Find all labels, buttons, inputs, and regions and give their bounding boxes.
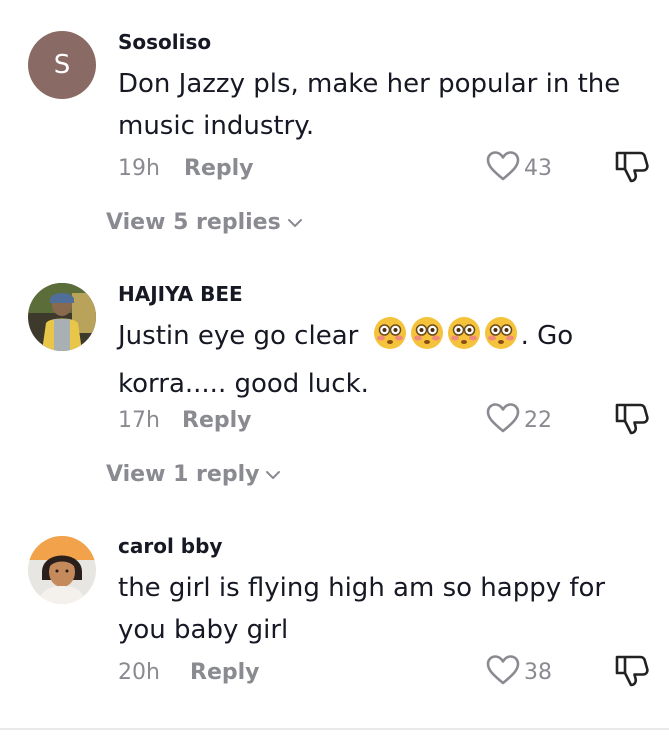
reply-button[interactable]: Reply [182,408,252,433]
heart-outline-icon [486,402,520,438]
comment-text-line: korra..... good luck. [118,369,369,399]
like-count: 38 [524,659,552,685]
comment-timestamp: 20h [118,660,160,685]
thumbs-down-icon [614,151,650,188]
dislike-button[interactable] [614,402,650,440]
comment-text: Don Jazzy pls, make her popular in the m… [118,63,638,147]
chevron-down-icon [281,210,303,235]
like-button[interactable]: 38 [486,654,552,690]
flushed-face-icon [373,316,407,363]
heart-outline-icon [486,654,520,690]
comment-text: the girl is flying high am so happy for … [118,567,638,651]
comment-timestamp: 19h [118,156,160,181]
reply-button[interactable]: Reply [190,660,260,685]
comment-text-line: the girl is flying high am so happy for [118,573,606,603]
view-replies-label: View 5 replies [106,210,281,235]
chevron-down-icon [259,462,281,487]
comment-text-line: you baby girl [118,615,289,645]
heart-outline-icon [486,150,520,186]
view-replies-button[interactable]: View 1 reply [106,462,281,487]
view-replies-button[interactable]: View 5 replies [106,210,303,235]
avatar[interactable] [28,536,96,604]
flushed-face-icon [484,316,518,363]
thumbs-down-icon [614,655,650,692]
thumbs-down-icon [614,403,650,440]
comment-timestamp: 17h [118,408,160,433]
dislike-button[interactable] [614,150,650,188]
like-count: 43 [524,155,552,181]
comment-username[interactable]: carol bby [118,534,222,558]
comment-text: Justin eye go clear . Go korra..... good… [118,315,638,405]
flushed-face-icon [410,316,444,363]
like-button[interactable]: 22 [486,402,552,438]
like-button[interactable]: 43 [486,150,552,186]
dislike-button[interactable] [614,654,650,692]
divider [0,728,669,730]
avatar-letter: S [53,50,71,80]
like-count: 22 [524,407,552,433]
comment-text-line: Justin eye go clear . Go [118,315,638,363]
reply-button[interactable]: Reply [184,156,254,181]
avatar[interactable]: S [28,31,96,99]
comment-list: S Sosoliso Don Jazzy pls, make her popul… [0,0,669,743]
comment-username[interactable]: Sosoliso [118,30,211,54]
avatar[interactable] [28,283,96,351]
comment-text-segment: Justin eye go clear [118,321,359,351]
comment-username[interactable]: HAJIYA BEE [118,282,243,306]
flushed-face-icon [447,316,481,363]
comment-text-line: Don Jazzy pls, make her popular in the [118,69,621,99]
comment-text-line: music industry. [118,111,315,141]
comment-text-segment: . Go [520,321,574,351]
view-replies-label: View 1 reply [106,462,260,487]
